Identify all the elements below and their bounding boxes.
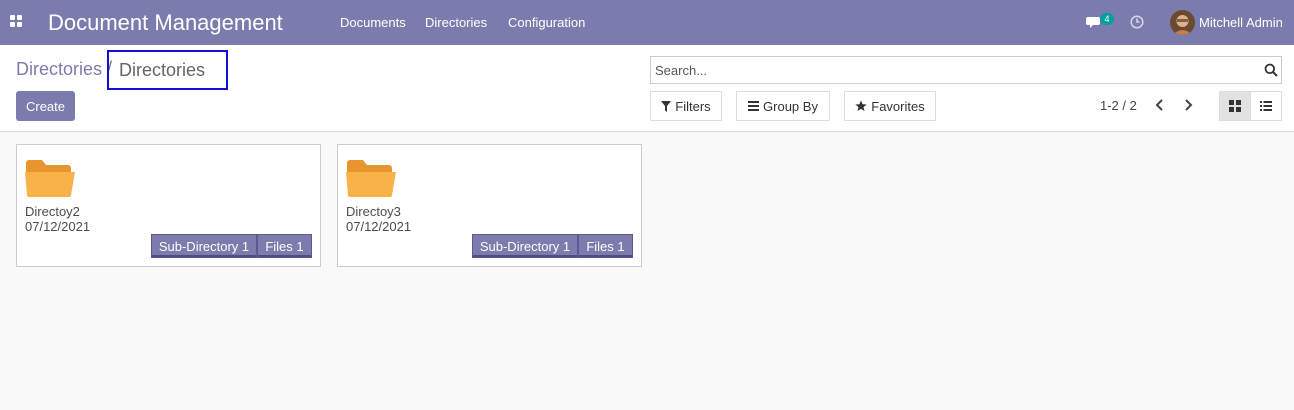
list-view-button[interactable] (1250, 91, 1282, 121)
menu-directories[interactable]: Directories (425, 15, 487, 30)
files-button[interactable]: Files 1 (578, 234, 633, 258)
menu-configuration[interactable]: Configuration (508, 15, 585, 30)
apps-grid-icon[interactable] (10, 15, 23, 28)
breadcrumb-current-highlight: Directories (107, 50, 228, 90)
group-by-button[interactable]: Group By (736, 91, 830, 121)
card-name: Directoy3 (346, 204, 401, 219)
card-date: 07/12/2021 (25, 219, 91, 234)
top-navbar: Document Management Documents Directorie… (0, 0, 1294, 45)
sub-directory-button[interactable]: Sub-Directory 1 (151, 234, 257, 258)
kanban-view-button[interactable] (1219, 91, 1251, 121)
clock-icon[interactable] (1130, 15, 1144, 29)
chevron-right-icon[interactable] (1181, 98, 1195, 112)
control-panel: Directories / Directories Create Filters… (0, 45, 1294, 132)
app-title[interactable]: Document Management (48, 10, 283, 36)
filter-icon (661, 100, 672, 112)
search-icon[interactable] (1264, 63, 1278, 77)
favorites-button[interactable]: Favorites (844, 91, 936, 121)
filters-button[interactable]: Filters (650, 91, 722, 121)
create-button[interactable]: Create (16, 91, 75, 121)
breadcrumb-parent[interactable]: Directories (16, 59, 102, 80)
kanban-icon (1229, 100, 1241, 112)
breadcrumb-current: Directories (119, 60, 206, 80)
star-icon (855, 100, 867, 111)
pager-value[interactable]: 1-2 / 2 (1100, 98, 1137, 113)
card-name: Directoy2 (25, 204, 80, 219)
user-name[interactable]: Mitchell Admin (1199, 15, 1283, 30)
directory-card[interactable]: Directoy3 07/12/2021 Sub-Directory 1 Fil… (337, 144, 642, 267)
avatar[interactable] (1170, 10, 1195, 35)
favorites-label: Favorites (871, 98, 925, 114)
files-button[interactable]: Files 1 (257, 234, 312, 258)
bars-icon (748, 101, 760, 111)
filters-label: Filters (675, 98, 711, 114)
directory-card[interactable]: Directoy2 07/12/2021 Sub-Directory 1 Fil… (16, 144, 321, 267)
folder-icon (346, 160, 396, 197)
folder-icon (25, 160, 75, 197)
search-input[interactable] (655, 60, 1245, 80)
chevron-left-icon[interactable] (1153, 98, 1167, 112)
search-box (650, 56, 1282, 84)
list-icon (1260, 101, 1272, 111)
sub-directory-button[interactable]: Sub-Directory 1 (472, 234, 578, 258)
card-date: 07/12/2021 (346, 219, 412, 234)
chat-count-badge: 4 (1100, 13, 1114, 25)
group-by-label: Group By (763, 98, 818, 114)
menu-documents[interactable]: Documents (340, 15, 406, 30)
